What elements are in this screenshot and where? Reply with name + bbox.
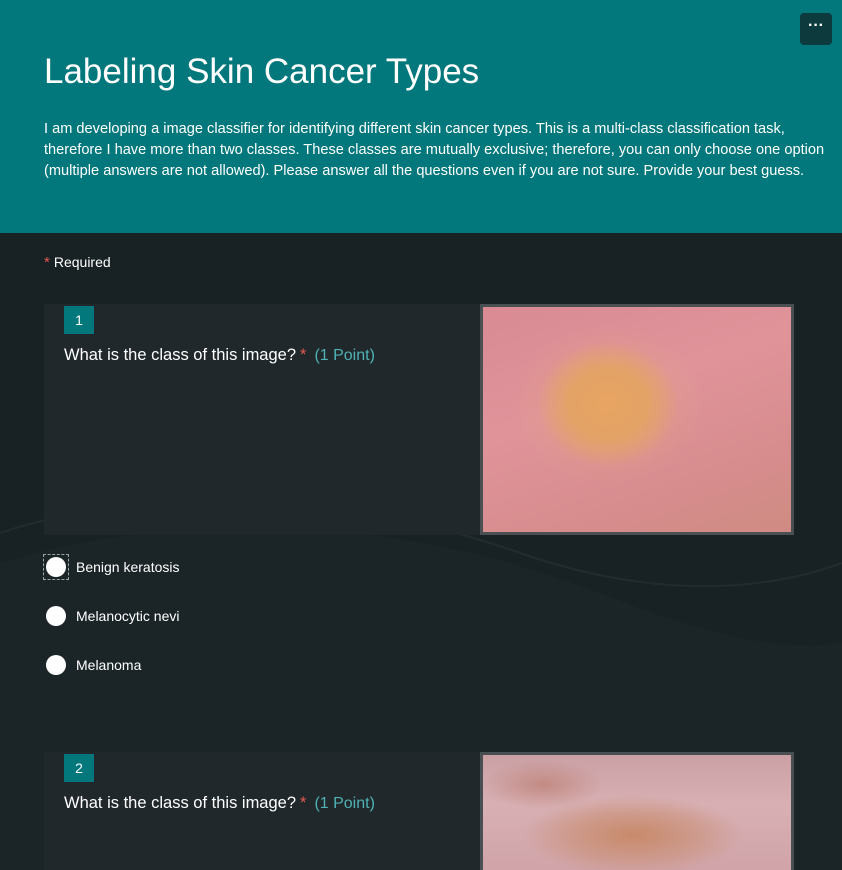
option-label[interactable]: Melanoma bbox=[76, 657, 141, 673]
radio-wrapper[interactable] bbox=[44, 604, 68, 628]
option-benign-keratosis[interactable]: Benign keratosis bbox=[43, 554, 180, 580]
form-description: I am developing a image classifier for i… bbox=[44, 121, 825, 179]
question-image bbox=[480, 304, 794, 535]
question-image bbox=[480, 752, 794, 870]
question-card-2: 2 What is the class of this image? * (1 Po… bbox=[44, 752, 794, 870]
question-title: What is the class of this image? bbox=[64, 794, 297, 812]
form-title: Labeling Skin Cancer Types bbox=[44, 52, 480, 91]
radio-button[interactable] bbox=[46, 606, 66, 626]
option-label[interactable]: Benign keratosis bbox=[76, 559, 180, 575]
question-points: (1 Point) bbox=[314, 795, 375, 812]
question-number: 1 bbox=[64, 306, 94, 334]
question-card-1: 1 What is the class of this image? * (1 Po… bbox=[44, 304, 794, 535]
required-star: * bbox=[44, 254, 50, 271]
option-melanoma[interactable]: Melanoma bbox=[44, 653, 180, 677]
question-title: What is the class of this image? bbox=[64, 346, 297, 364]
radio-button[interactable] bbox=[46, 655, 66, 675]
radio-wrapper[interactable] bbox=[43, 554, 69, 580]
form-header: ··· Labeling Skin Cancer Types I am deve… bbox=[0, 0, 842, 233]
more-horizontal-icon: ··· bbox=[808, 17, 824, 34]
skin-lesion-image bbox=[483, 307, 791, 532]
more-options-button[interactable]: ··· bbox=[800, 13, 832, 45]
question-number: 2 bbox=[64, 754, 94, 782]
form-page: ··· Labeling Skin Cancer Types I am deve… bbox=[0, 0, 842, 870]
skin-lesion-image bbox=[483, 755, 791, 870]
required-note: * Required bbox=[44, 254, 111, 271]
option-label[interactable]: Melanocytic nevi bbox=[76, 608, 180, 624]
required-star: * bbox=[300, 794, 307, 812]
required-star: * bbox=[300, 346, 307, 364]
question-text: What is the class of this image? * (1 Poin… bbox=[64, 346, 375, 365]
answer-options-1: Benign keratosis Melanocytic nevi Melano… bbox=[43, 554, 180, 702]
question-points: (1 Point) bbox=[314, 347, 375, 364]
radio-button[interactable] bbox=[46, 557, 66, 577]
option-melanocytic-nevi[interactable]: Melanocytic nevi bbox=[44, 604, 180, 628]
question-text: What is the class of this image? * (1 Poin… bbox=[64, 794, 375, 813]
required-label: Required bbox=[53, 254, 111, 270]
radio-wrapper[interactable] bbox=[44, 653, 68, 677]
